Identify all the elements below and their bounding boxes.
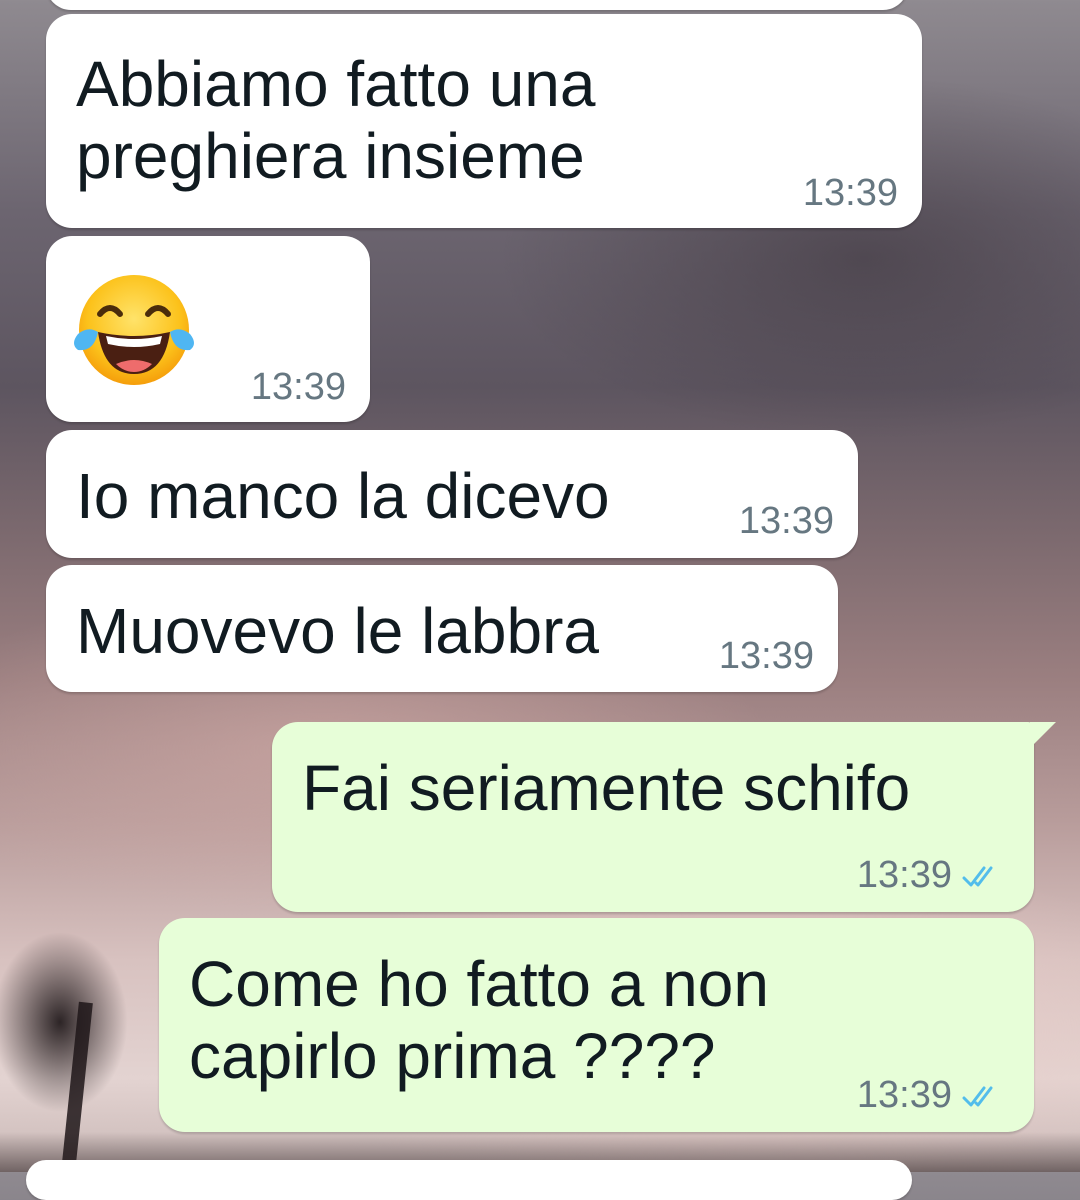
message-time: 13:39	[718, 635, 814, 677]
message-time: 13:39	[856, 854, 952, 896]
message-time: 13:39	[856, 1074, 952, 1116]
message-bubble-outgoing[interactable]: Fai seriamente schifo 13:39	[272, 722, 1034, 912]
message-text: Come ho fatto a non capirlo prima ????	[189, 948, 769, 1092]
double-check-read-icon	[962, 866, 993, 887]
message-bubble-partial-bottom[interactable]	[26, 1160, 912, 1200]
message-bubble-partial-top[interactable]	[46, 0, 908, 10]
message-time: 13:39	[738, 500, 834, 542]
message-bubble-outgoing[interactable]: Come ho fatto a non capirlo prima ???? 1…	[159, 918, 1034, 1132]
message-text: Fai seriamente schifo	[302, 752, 911, 824]
message-bubble-incoming[interactable]: Muovevo le labbra 13:39	[46, 565, 838, 692]
message-bubble-incoming-emoji[interactable]: 13:39	[46, 236, 370, 422]
message-time: 13:39	[802, 172, 898, 214]
message-text: Muovevo le labbra	[76, 595, 599, 667]
message-time: 13:39	[250, 366, 346, 408]
message-bubble-incoming[interactable]: Abbiamo fatto una preghiera insieme 13:3…	[46, 14, 922, 228]
message-bubble-incoming[interactable]: Io manco la dicevo 13:39	[46, 430, 858, 558]
double-check-read-icon	[962, 1086, 993, 1107]
message-text: Io manco la dicevo	[76, 460, 610, 532]
face-with-tears-of-joy-icon	[74, 275, 194, 385]
outgoing-bubble-tail	[1030, 722, 1056, 748]
message-text: Abbiamo fatto una preghiera insieme	[76, 48, 596, 192]
